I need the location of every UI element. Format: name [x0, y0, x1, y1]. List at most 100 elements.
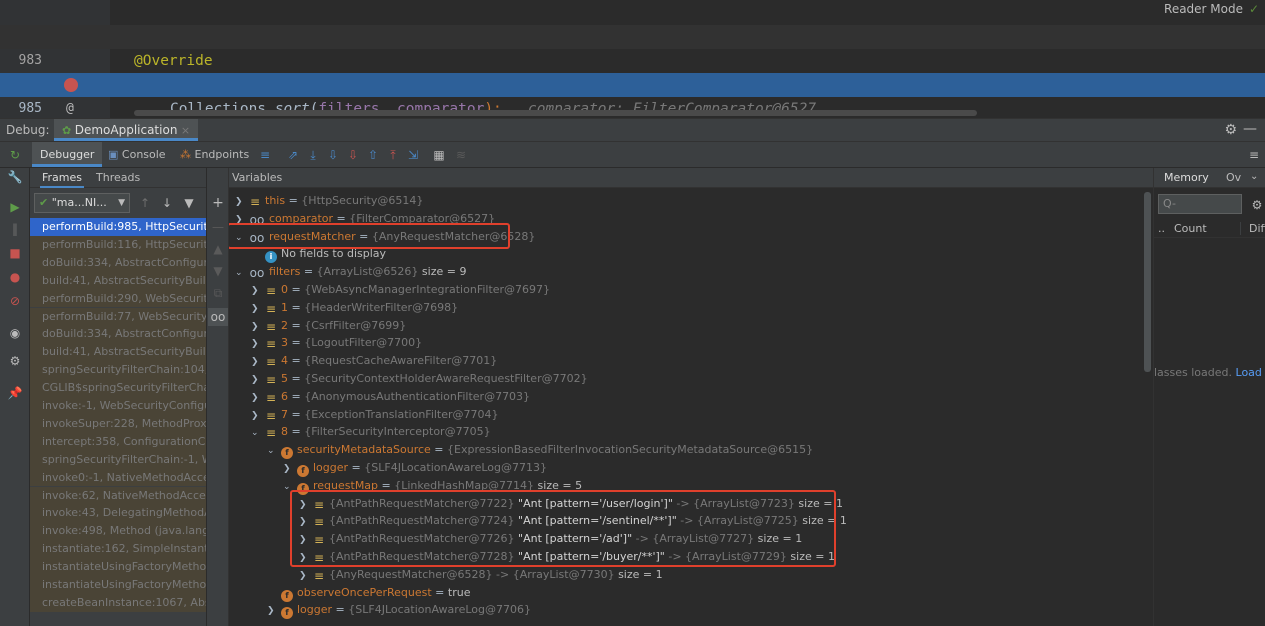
stack-frame-item[interactable]: instantiateUsingFactoryMethod — [30, 558, 206, 576]
vertical-scrollbar[interactable] — [1144, 192, 1151, 372]
variable-row[interactable]: ❯ ≡ 0 = {WebAsyncManagerIntegrationFilter@… — [251, 281, 550, 299]
hide-icon[interactable]: — — [1243, 121, 1257, 137]
variable-row[interactable]: ❯ ≡ 2 = {CsrfFilter@7699} — [251, 317, 406, 335]
variable-row[interactable]: ❯ ≡ 4 = {RequestCacheAwareFilter@7701} — [251, 352, 497, 370]
mute-breakpoints-icon[interactable]: ⊘ — [6, 292, 24, 310]
stack-frame-item[interactable]: CGLIB$springSecurityFilterChain — [30, 379, 206, 397]
tab-memory[interactable]: Memory — [1164, 168, 1209, 188]
collapse-icon[interactable]: ⌄ — [267, 443, 281, 461]
trace-icon[interactable]: ≋ — [452, 146, 470, 164]
close-icon[interactable]: × — [181, 124, 190, 137]
stop-icon[interactable]: ■ — [6, 244, 24, 262]
gear-icon[interactable]: ⚙ — [1248, 196, 1265, 214]
copy-icon[interactable]: ⧉ — [209, 284, 227, 302]
tab-threads[interactable]: Threads — [96, 168, 140, 188]
variable-row[interactable]: ❯ ≡ 7 = {ExceptionTranslationFilter@7704} — [251, 406, 499, 424]
collapse-icon[interactable]: ⌄ — [251, 425, 265, 443]
step-over-icon[interactable]: ⤓ — [304, 146, 322, 164]
variable-row[interactable]: ❯ ≡ 3 = {LogoutFilter@7700} — [251, 334, 422, 352]
code-line-984[interactable]: 984 Collections.sort(filters, comparator… — [0, 49, 1265, 117]
stack-frame-item[interactable]: doBuild:334, AbstractConfigured — [30, 253, 206, 272]
camera-icon[interactable]: ◉ — [6, 324, 24, 342]
stack-frame-item[interactable]: createBeanInstance:1067, Abstra — [30, 593, 206, 612]
arrow-down-icon[interactable]: ↓ — [158, 194, 176, 212]
arrow-up-icon[interactable]: ↑ — [136, 194, 154, 212]
stack-frame-item[interactable]: build:41, AbstractSecurityBuilde — [30, 343, 206, 362]
column-count[interactable]: Count — [1174, 222, 1207, 235]
stack-frame-item[interactable]: performBuild:116, HttpSecurity — [30, 235, 206, 254]
code-line-985-execution-point[interactable]: 985 return new DefaultSecurityFilterChai… — [0, 73, 1265, 116]
stack-frame-item[interactable]: build:41, AbstractSecurityBuilde — [30, 271, 206, 290]
variable-row[interactable]: ❯ ≡ {AnyRequestMatcher@6528} -> {ArrayList… — [299, 566, 663, 584]
variable-row[interactable]: ❯ ≡ 1 = {HeaderWriterFilter@7698} — [251, 299, 458, 317]
stack-frame-item[interactable]: instantiateUsingFactoryMethod — [30, 576, 206, 594]
tab-debugger[interactable]: Debugger — [32, 142, 103, 167]
stack-frame-item[interactable]: springSecurityFilterChain:104, W — [30, 361, 206, 380]
resume-icon[interactable]: ▶ — [6, 198, 24, 216]
stack-frame-item[interactable]: invoke:62, NativeMethodAccess — [30, 486, 206, 505]
stack-frame-item[interactable]: intercept:358, ConfigurationClas — [30, 432, 206, 451]
stack-frame-item[interactable]: doBuild:334, AbstractConfigured — [30, 325, 206, 344]
run-to-cursor-icon[interactable]: ⇲ — [404, 146, 422, 164]
expand-icon[interactable]: ❯ — [267, 603, 281, 621]
tab-frames[interactable]: Frames — [40, 168, 85, 188]
restore-layout-icon[interactable]: ≡ — [1245, 146, 1263, 164]
stack-frame-item[interactable]: performBuild:290, WebSecurity — [30, 289, 206, 308]
column-diff[interactable]: Diff — [1240, 222, 1265, 235]
tab-debug-session[interactable]: ✿ DemoApplication × — [54, 119, 199, 141]
variable-row[interactable]: ❯ f logger = {SLF4JLocationAwareLog@7706} — [267, 601, 531, 621]
evaluate-expression-icon[interactable]: ▦ — [430, 146, 448, 164]
thread-select[interactable]: ✔ "ma...NI... ▼ — [34, 193, 130, 213]
collapse-icon[interactable]: ⌄ — [235, 265, 249, 283]
settings-icon[interactable]: 🔧 — [6, 168, 24, 186]
add-watch-icon[interactable]: + — [209, 194, 227, 212]
force-step-into-icon[interactable]: ⇩ — [344, 146, 362, 164]
step-into-icon[interactable]: ⇩ — [324, 146, 342, 164]
stack-frame-item[interactable]: performBuild:77, WebSecurity (o — [30, 307, 206, 326]
remove-watch-icon[interactable]: — — [209, 218, 227, 236]
move-down-icon[interactable]: ▼ — [209, 262, 227, 280]
gear-icon[interactable]: ⚙ — [1224, 122, 1237, 138]
stack-frame-item[interactable]: springSecurityFilterChain:-1, We — [30, 450, 206, 469]
code-editor[interactable]: 982 @Override 983 ●↑ @ protected Default… — [0, 0, 1265, 118]
chevron-down-icon[interactable]: ⌄ — [1250, 171, 1258, 182]
horizontal-scrollbar[interactable] — [134, 110, 977, 116]
variable-row[interactable]: ⌄ ≡ 8 = {FilterSecurityInterceptor@7705} — [251, 423, 491, 441]
variable-row[interactable]: ⌄ oo filters = {ArrayList@6526} size = 9 — [235, 263, 466, 281]
rerun-icon[interactable]: ↻ — [6, 146, 24, 164]
load-classes-link[interactable]: Load cla — [1236, 366, 1265, 379]
memory-search-input[interactable]: Q- — [1158, 194, 1242, 214]
pause-icon[interactable]: ‖ — [6, 220, 24, 238]
breakpoint-icon[interactable] — [64, 78, 78, 92]
move-up-icon[interactable]: ▲ — [209, 240, 227, 258]
show-watches-icon[interactable]: oo — [208, 308, 228, 326]
code-line-982[interactable]: 982 @Override — [0, 1, 1265, 69]
stack-frame-item[interactable]: invokeSuper:228, MethodProxy — [30, 414, 206, 433]
reader-mode-button[interactable]: Reader Mode — [1164, 2, 1243, 16]
view-breakpoints-icon[interactable]: ● — [6, 268, 24, 286]
stack-frame-item[interactable]: invoke:498, Method (java.lang.re — [30, 522, 206, 541]
gear-icon[interactable]: ⚙ — [6, 352, 24, 370]
tab-endpoints[interactable]: ⁂ Endpoints — [180, 142, 249, 167]
drop-frame-icon[interactable]: ⤒ — [384, 146, 402, 164]
variable-row[interactable]: ❯ f logger = {SLF4JLocationAwareLog@7713} — [283, 459, 547, 477]
stack-frame-item[interactable]: performBuild:985, HttpSecurity — [30, 218, 206, 236]
stack-frame-item[interactable]: instantiate:162, SimpleInstantia — [30, 540, 206, 559]
variable-row[interactable]: f observeOncePerRequest = true — [267, 584, 470, 602]
filter-icon[interactable]: ▼ — [180, 194, 198, 212]
variable-row[interactable]: ❯ ≡ 5 = {SecurityContextHolderAwareRequest… — [251, 370, 588, 388]
stack-frame-item[interactable]: invoke:43, DelegatingMethodAc — [30, 504, 206, 523]
tab-console[interactable]: ▣ Console — [108, 142, 166, 167]
stack-frame-item[interactable]: invoke:-1, WebSecurityConfigur — [30, 397, 206, 415]
code-line-983[interactable]: 983 ●↑ @ protected DefaultSecurityFilter… — [0, 25, 1265, 116]
step-out-icon[interactable]: ⇧ — [364, 146, 382, 164]
variable-row[interactable]: ⌄ f securityMetadataSource = {ExpressionBa… — [267, 441, 813, 461]
variable-row[interactable]: ❯ ≡ 6 = {AnonymousAuthenticationFilter@770… — [251, 388, 530, 406]
layout-icon[interactable]: ≡ — [256, 146, 274, 164]
pin-icon[interactable]: 📌 — [6, 384, 24, 402]
inspection-ok-icon[interactable]: ✓ — [1249, 2, 1259, 16]
show-execution-point-icon[interactable]: ⇗ — [284, 146, 302, 164]
stack-frame-item[interactable]: invoke0:-1, NativeMethodAcces — [30, 468, 206, 487]
tab-overview[interactable]: Ov — [1226, 168, 1241, 188]
variable-row[interactable]: ❯ ≡ this = {HttpSecurity@6514} — [235, 192, 423, 210]
